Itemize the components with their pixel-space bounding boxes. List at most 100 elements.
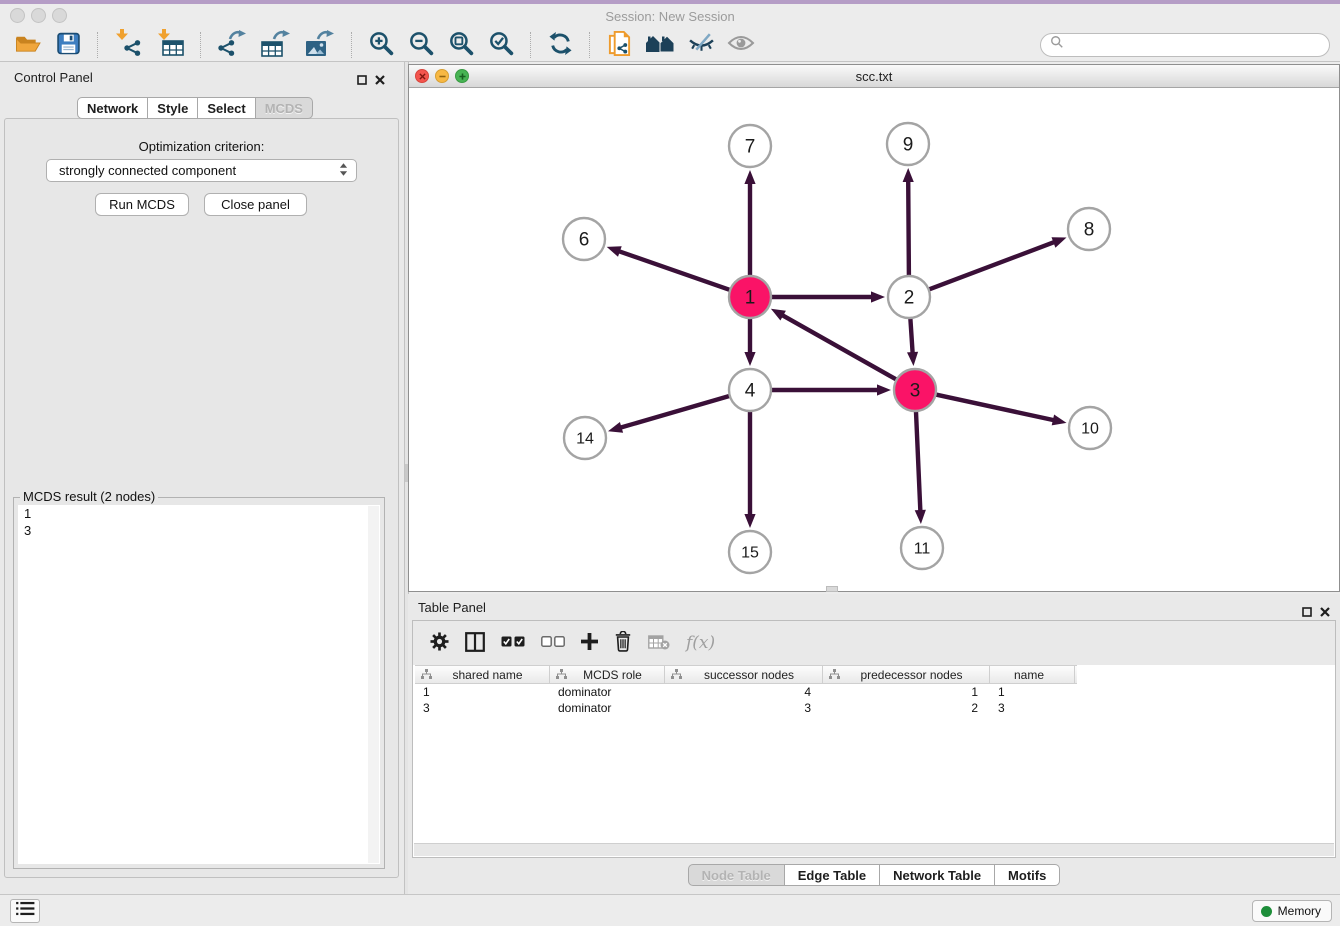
float-panel-icon[interactable] [357,72,367,90]
svg-text:11: 11 [914,541,931,558]
cell-predecessor-nodes[interactable]: 1 [823,684,990,700]
table-row[interactable]: 3dominator323 [415,700,1077,716]
edge-1-2[interactable] [772,291,885,302]
edge-1-6[interactable] [607,246,730,290]
tab-network-table[interactable]: Network Table [880,864,995,886]
search-box[interactable] [1040,33,1330,57]
zoom-fit-button[interactable] [445,30,477,60]
tab-edge-table[interactable]: Edge Table [785,864,880,886]
graph-node-8[interactable]: 8 [1068,208,1110,250]
graph-node-14[interactable]: 14 [564,417,606,459]
cell-MCDS-role[interactable]: dominator [550,700,665,716]
edge-2-9[interactable] [903,168,914,275]
tab-mcds[interactable]: MCDS [256,97,313,119]
edge-4-15[interactable] [744,412,755,528]
hide-button[interactable] [685,30,717,60]
zoom-in-button[interactable] [365,30,397,60]
refresh-button[interactable] [544,30,576,60]
graph-node-6[interactable]: 6 [563,218,605,260]
edge-4-14[interactable] [608,396,729,433]
edge-4-3[interactable] [772,384,891,395]
control-panel-tabs: NetworkStyleSelectMCDS [77,97,313,119]
edge-3-10[interactable] [937,395,1067,426]
network-canvas[interactable]: 1 2 3 4 6 7 8 9 10 11 14 15 [409,88,1339,591]
close-panel-icon[interactable] [375,72,385,90]
zoom-selected-icon [488,30,515,60]
table-hscrollbar[interactable] [414,843,1334,856]
save-session-button[interactable] [52,30,84,60]
edge-3-11[interactable] [915,412,926,524]
select-all-columns-button[interactable] [501,636,525,651]
horizontal-splitter-handle[interactable] [826,586,838,592]
edge-1-4[interactable] [744,319,755,366]
home-layout-button[interactable] [643,30,677,60]
criterion-select[interactable]: strongly connected component [46,159,357,182]
export-network-button[interactable] [214,30,250,60]
task-history-button[interactable] [10,899,40,923]
graph-node-7[interactable]: 7 [729,125,771,167]
export-image-button[interactable] [302,30,338,60]
delete-column-button[interactable] [614,631,632,655]
graph-node-9[interactable]: 9 [887,123,929,165]
zoom-out-button[interactable] [405,30,437,60]
graph-node-3[interactable]: 3 [894,369,936,411]
node-table: f(x) shared nameMCDS rolesuccessor nodes… [412,620,1336,858]
graph-node-10[interactable]: 10 [1069,407,1111,449]
cell-successor-nodes[interactable]: 4 [665,684,823,700]
column-header-shared-name[interactable]: shared name [415,666,550,683]
graph-node-2[interactable]: 2 [888,276,930,318]
graph-node-11[interactable]: 11 [901,527,943,569]
zoom-fit-icon [448,30,475,60]
export-table-button[interactable] [258,30,294,60]
search-input[interactable] [1070,37,1320,52]
column-header-predecessor-nodes[interactable]: predecessor nodes [823,666,990,683]
result-node-id: 1 [18,505,380,522]
edge-2-3[interactable] [907,319,918,366]
svg-text:10: 10 [1081,421,1099,438]
show-button[interactable] [725,30,757,60]
network-file-button[interactable] [603,30,635,60]
import-network-button[interactable] [111,30,145,60]
cell-name[interactable]: 1 [990,684,1075,700]
table-toolbar: f(x) [413,621,1335,665]
tab-style[interactable]: Style [148,97,198,119]
cell-shared-name[interactable]: 1 [415,684,550,700]
edge-3-1[interactable] [771,309,896,379]
memory-status-icon [1261,906,1272,917]
close-panel-button[interactable]: Close panel [204,193,307,216]
cell-successor-nodes[interactable]: 3 [665,700,823,716]
main-toolbar [0,28,1340,62]
svg-text:2: 2 [904,288,915,309]
zoom-selected-button[interactable] [485,30,517,60]
graph-node-4[interactable]: 4 [729,369,771,411]
column-header-name[interactable]: name [990,666,1075,683]
deselect-all-columns-button[interactable] [541,636,565,651]
cell-shared-name[interactable]: 3 [415,700,550,716]
table-settings-button[interactable] [430,632,449,654]
graph-node-1[interactable]: 1 [729,276,771,318]
column-header-successor-nodes[interactable]: successor nodes [665,666,823,683]
cell-predecessor-nodes[interactable]: 2 [823,700,990,716]
tab-node-table[interactable]: Node Table [688,864,785,886]
cell-MCDS-role[interactable]: dominator [550,684,665,700]
tab-select[interactable]: Select [198,97,255,119]
add-column-button[interactable] [581,633,598,653]
run-mcds-button[interactable]: Run MCDS [95,193,189,216]
column-header-MCDS-role[interactable]: MCDS role [550,666,665,683]
toggle-panel-button[interactable] [465,632,485,655]
tab-network[interactable]: Network [77,97,148,119]
cell-name[interactable]: 3 [990,700,1075,716]
result-scrollbar[interactable] [368,506,379,863]
edge-1-7[interactable] [744,170,755,275]
import-table-icon [155,29,185,60]
tab-motifs[interactable]: Motifs [995,864,1060,886]
network-window-titlebar[interactable]: scc.txt [409,65,1339,88]
graph-node-15[interactable]: 15 [729,531,771,573]
open-session-button[interactable] [12,30,44,60]
import-table-button[interactable] [153,30,187,60]
edge-2-8[interactable] [930,237,1067,289]
table-row[interactable]: 1dominator411 [415,684,1077,700]
floppy-icon [56,31,81,59]
memory-button[interactable]: Memory [1252,900,1332,922]
mcds-result-list[interactable]: 13 [18,505,380,864]
